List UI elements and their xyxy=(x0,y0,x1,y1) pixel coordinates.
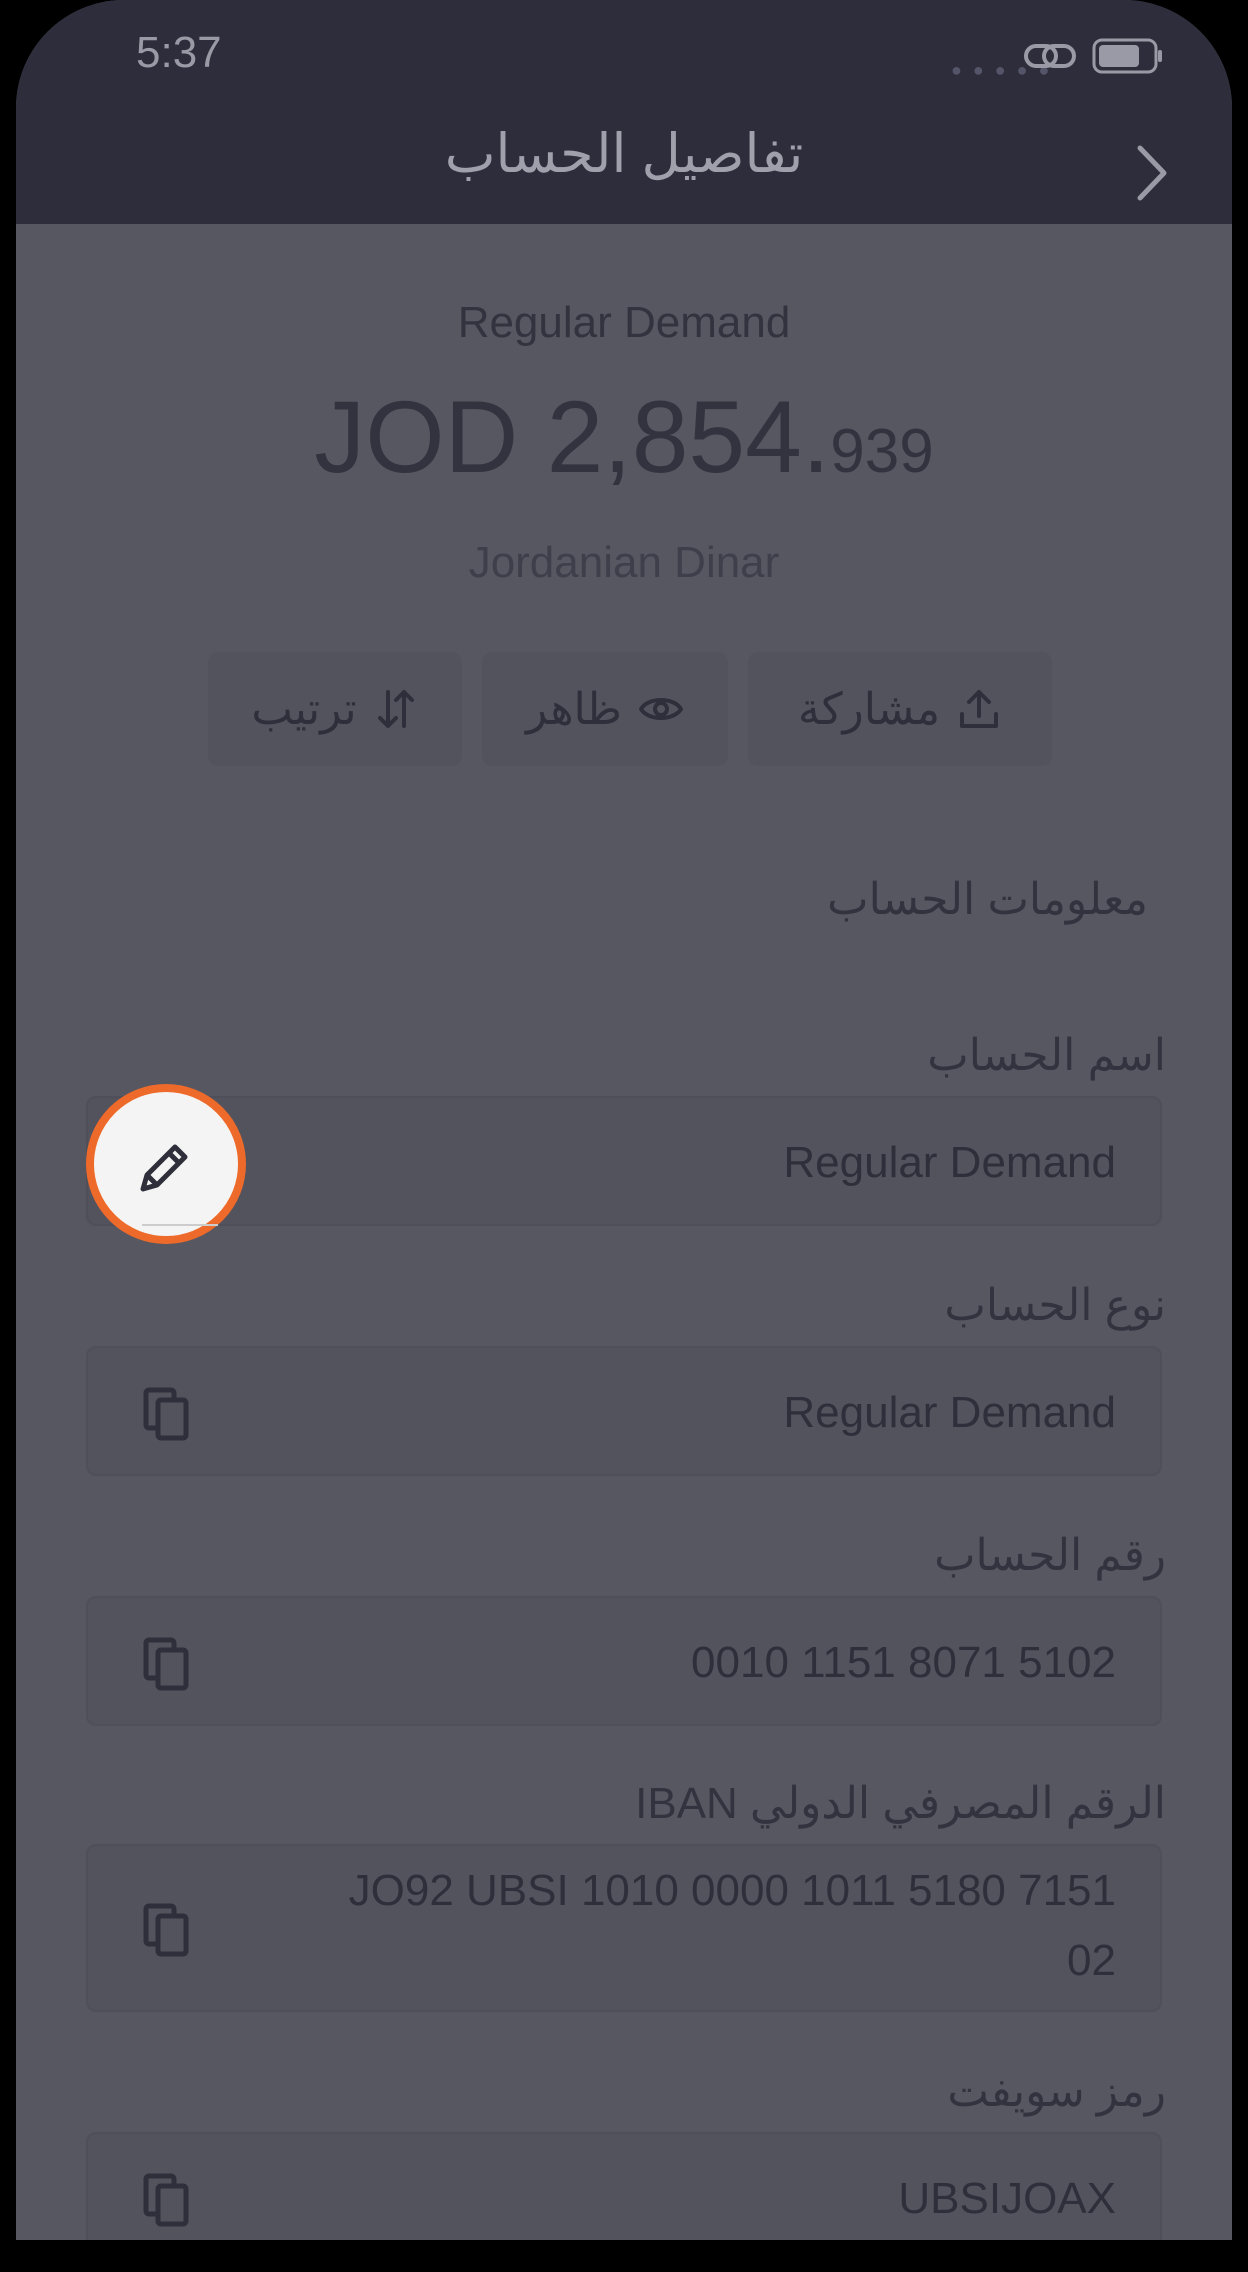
visible-button[interactable]: ظاهر xyxy=(482,652,728,766)
field-swift: UBSIJOAX xyxy=(86,2132,1162,2240)
iban-line-2: 02 xyxy=(1067,1936,1116,1985)
sort-label: ترتيب xyxy=(251,684,357,734)
copy-icon[interactable] xyxy=(142,1902,190,1958)
field-label-account-name: اسم الحساب xyxy=(927,1031,1166,1080)
balance-main: JOD 2,854. xyxy=(314,380,831,494)
field-value-iban: JO92 UBSI 1010 0000 1011 5180 7151 02 xyxy=(349,1856,1116,1996)
field-label-iban: الرقم المصرفي الدولي IBAN xyxy=(635,1779,1166,1828)
visible-label: ظاهر xyxy=(526,684,622,734)
top-bar: 5:37 ● ● ● ● ● تفاصيل الحساب xyxy=(16,0,1232,224)
field-account-type: Regular Demand xyxy=(86,1346,1162,1476)
copy-icon[interactable] xyxy=(142,2172,190,2228)
phone-screen: 5:37 ● ● ● ● ● تفاصيل الحساب Regular Dem… xyxy=(16,0,1232,2240)
field-value-account-number: 0010 1151 8071 5102 xyxy=(691,1638,1116,1687)
field-iban: JO92 UBSI 1010 0000 1011 5180 7151 02 xyxy=(86,1844,1162,2012)
share-icon xyxy=(960,690,999,728)
field-value-account-type: Regular Demand xyxy=(783,1388,1116,1437)
share-button[interactable]: مشاركة xyxy=(748,652,1052,766)
field-value-account-name: Regular Demand xyxy=(783,1138,1116,1187)
back-chevron-icon[interactable] xyxy=(1132,144,1172,202)
field-account-number: 0010 1151 8071 5102 xyxy=(86,1596,1162,1726)
edit-underline xyxy=(142,1224,218,1226)
field-label-account-number: رقم الحساب xyxy=(934,1531,1166,1580)
field-label-account-type: نوع الحساب xyxy=(944,1281,1166,1330)
page-title: تفاصيل الحساب xyxy=(444,124,804,184)
copy-icon[interactable] xyxy=(142,1636,190,1692)
iban-line-1: JO92 UBSI 1010 0000 1011 5180 7151 xyxy=(348,1866,1116,1915)
battery-icon xyxy=(1092,38,1162,74)
balance-decimal: 939 xyxy=(830,417,934,486)
copy-icon[interactable] xyxy=(142,1386,190,1442)
edit-account-name-button[interactable] xyxy=(86,1084,246,1244)
account-balance: JOD 2,854.939 xyxy=(16,386,1232,488)
field-account-name: Regular Demand xyxy=(86,1096,1162,1226)
sort-icon xyxy=(377,690,414,728)
link-icon xyxy=(1024,44,1076,68)
section-title: معلومات الحساب xyxy=(827,875,1148,924)
pencil-icon xyxy=(140,1144,188,1192)
sort-button[interactable]: ترتيب xyxy=(208,652,462,766)
currency-name: Jordanian Dinar xyxy=(468,538,780,587)
eye-icon xyxy=(638,698,683,720)
share-label: مشاركة xyxy=(798,684,941,734)
field-label-swift: رمز سويفت xyxy=(947,2067,1166,2116)
status-time: 5:37 xyxy=(136,28,222,77)
field-value-swift: UBSIJOAX xyxy=(898,2174,1116,2223)
account-name: Regular Demand xyxy=(457,298,791,347)
